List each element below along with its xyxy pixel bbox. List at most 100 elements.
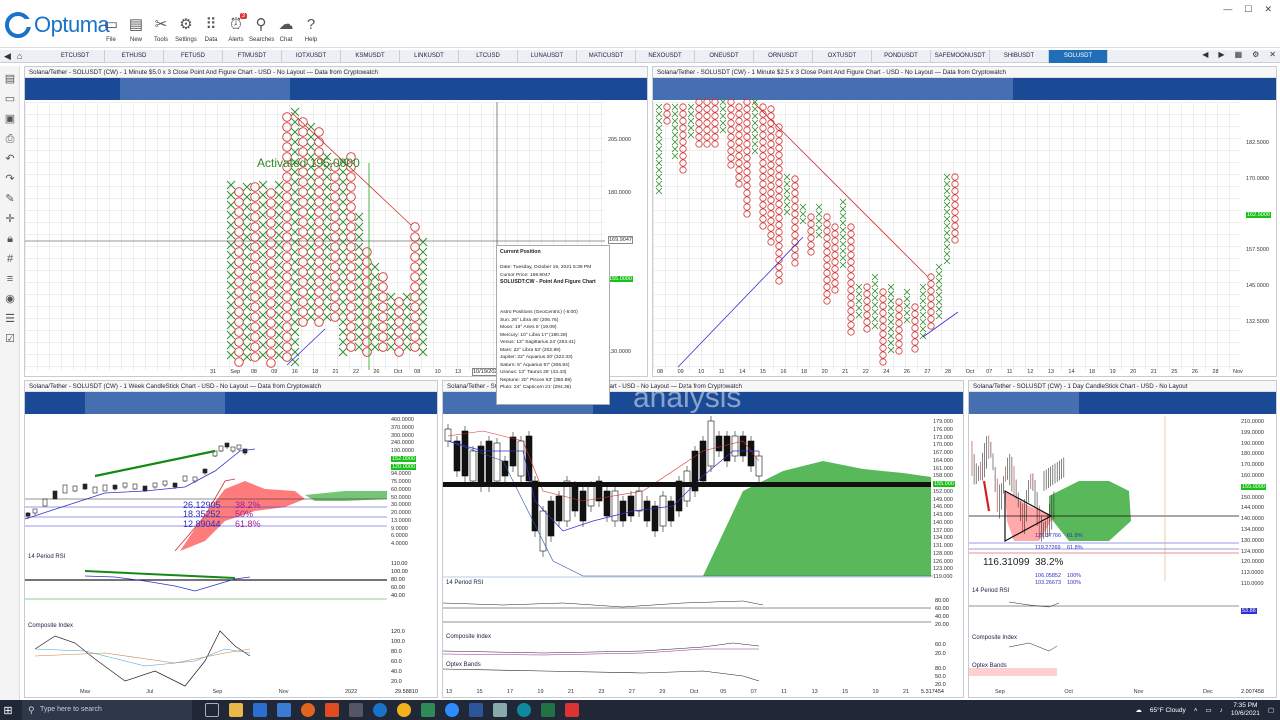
mail-icon[interactable] xyxy=(277,703,291,717)
symbol-tab[interactable]: KSMUSDT xyxy=(341,49,400,63)
weekly-plot[interactable] xyxy=(25,381,438,698)
daily-candle-chart[interactable]: Solana/Tether - SOLUSDT (CW) - 1 Day Can… xyxy=(968,380,1277,698)
clock[interactable]: 7:35 PM 10/6/2021 xyxy=(1231,702,1260,718)
symbol-tab[interactable]: ETHUSD xyxy=(105,49,164,63)
rsi-label: 14 Period RSI xyxy=(446,580,484,586)
store-icon[interactable] xyxy=(253,703,267,717)
close-tab-icon[interactable]: ✕ xyxy=(1269,50,1276,59)
symbol-tab[interactable]: NEXOUSDT xyxy=(636,49,695,63)
scroll-right-icon[interactable]: ▶ xyxy=(1218,50,1224,59)
weather-text[interactable]: 65°F Cloudy xyxy=(1150,707,1186,714)
pf-chart-2-5[interactable]: Solana/Tether - SOLUSDT (CW) - 1 Minute … xyxy=(652,66,1277,377)
crosshair-icon[interactable]: ✛ xyxy=(3,212,17,226)
toolbar-file-button[interactable]: ▭ File xyxy=(99,16,123,43)
save-icon[interactable]: ▣ xyxy=(3,112,17,126)
symbol-tab[interactable]: MATICUSDT xyxy=(577,49,636,63)
candle-body xyxy=(444,428,452,442)
pf-o-mark xyxy=(831,272,839,280)
volume-icon[interactable]: ♪ xyxy=(1220,707,1223,714)
symbol-tab[interactable]: LUNAUSDT xyxy=(518,49,577,63)
undo-icon[interactable]: ↶ xyxy=(3,152,17,166)
symbol-tab[interactable]: FTMUSDT xyxy=(223,49,282,63)
network-icon[interactable]: ▭ xyxy=(1206,706,1212,714)
toolbar-tools-button[interactable]: ✂ Tools xyxy=(149,16,173,43)
pf-o-mark xyxy=(847,251,855,259)
notepad-icon[interactable] xyxy=(493,703,507,717)
weather-icon[interactable]: ☁ xyxy=(1135,706,1142,714)
pf-o-mark xyxy=(831,244,839,252)
pf-plot[interactable] xyxy=(653,67,1277,377)
symbol-tab[interactable]: SHIBUSDT xyxy=(990,49,1049,63)
checklist-icon[interactable]: ☑ xyxy=(3,332,17,346)
firefox-icon[interactable] xyxy=(301,703,315,717)
minimize-icon[interactable]: — xyxy=(1223,4,1232,15)
red-app-icon[interactable] xyxy=(565,703,579,717)
grid-icon[interactable]: # xyxy=(3,252,17,266)
grid-layout-icon[interactable]: ▦ xyxy=(1235,50,1243,59)
windows-start-icon[interactable]: ⊞ xyxy=(0,700,16,720)
pf-o-mark xyxy=(863,283,871,291)
toolbar-searches-button[interactable]: ⚲ Searches xyxy=(249,16,274,43)
settings-small-icon[interactable]: ⚙ xyxy=(1252,50,1259,59)
toolbar-help-button[interactable]: ? Help xyxy=(299,16,323,43)
redo-icon[interactable]: ↷ xyxy=(3,172,17,186)
notification-icon[interactable]: ▢ xyxy=(1268,706,1274,714)
back-arrow-icon[interactable]: ◀ xyxy=(4,51,11,62)
symbol-tab[interactable]: FETUSD xyxy=(164,49,223,63)
symbol-tab[interactable]: IOTXUSDT xyxy=(282,49,341,63)
close-icon[interactable]: ✕ xyxy=(1264,4,1272,15)
word-icon[interactable] xyxy=(469,703,483,717)
pf-o-mark xyxy=(250,242,260,252)
toolbar-settings-button[interactable]: ⚙ Settings xyxy=(174,16,198,43)
maximize-icon[interactable]: ☐ xyxy=(1244,4,1252,15)
composite-axis-label: 20.0 xyxy=(935,651,946,657)
minute-plot[interactable] xyxy=(443,381,964,698)
symbol-tab[interactable]: PONDUSDT xyxy=(872,49,931,63)
optuma-task-icon[interactable] xyxy=(373,703,387,717)
chrome-icon[interactable] xyxy=(397,703,411,717)
pf-x-mark xyxy=(306,202,316,212)
weekly-candle-chart[interactable]: Solana/Tether - SOLUSDT (CW) - 1 Week Ca… xyxy=(24,380,438,698)
home-icon[interactable]: ⌂ xyxy=(17,51,22,62)
pen-icon[interactable]: ✎ xyxy=(3,192,17,206)
pf-o-mark xyxy=(911,317,919,325)
symbol-tab[interactable]: OXTUSDT xyxy=(813,49,872,63)
scroll-left-icon[interactable]: ◀ xyxy=(1202,50,1208,59)
layers-icon[interactable]: ≡ xyxy=(3,272,17,286)
symbol-tab[interactable]: SAFEMOONUSDT xyxy=(931,49,990,63)
tray-arrow-icon[interactable]: ˄ xyxy=(1194,707,1198,714)
symbol-tab[interactable]: ONEUSDT xyxy=(695,49,754,63)
app-icon[interactable] xyxy=(421,703,435,717)
toolbar-data-button[interactable]: ⠿ Data xyxy=(199,16,223,43)
calculator-icon[interactable] xyxy=(349,703,363,717)
pf-x-mark xyxy=(935,263,943,271)
zoom-icon[interactable] xyxy=(445,703,459,717)
minute-candle-chart[interactable]: Solana/Tether - SOLUSDT (CW) - 1 Minute … xyxy=(442,380,964,698)
symbol-tab[interactable]: LTCUSD xyxy=(459,49,518,63)
list-icon[interactable]: ☰ xyxy=(3,312,17,326)
camera-icon[interactable]: ◉ xyxy=(3,292,17,306)
candle-body xyxy=(555,495,563,522)
pf-x-mark xyxy=(935,305,943,313)
symbol-tab[interactable]: LINKUSDT xyxy=(400,49,459,63)
print-icon[interactable]: ⎙ xyxy=(3,132,17,146)
symbol-tab[interactable]: ORNUSDT xyxy=(754,49,813,63)
excel-icon[interactable] xyxy=(541,703,555,717)
symbol-tab[interactable]: ETCUSDT xyxy=(46,49,105,63)
open-icon[interactable]: ▭ xyxy=(3,92,17,106)
toolbar-new-button[interactable]: ▤ New xyxy=(124,16,148,43)
page-icon[interactable]: ▤ xyxy=(3,72,17,86)
symbol-tab[interactable]: SOLUSDT xyxy=(1049,49,1108,63)
brave-icon[interactable] xyxy=(325,703,339,717)
file-explorer-icon[interactable] xyxy=(229,703,243,717)
daily-plot[interactable] xyxy=(969,381,1277,698)
taskbar-search-input[interactable]: Type here to search xyxy=(22,700,192,720)
task-view-icon[interactable] xyxy=(205,703,219,717)
pf-o-mark xyxy=(775,193,783,201)
toolbar-chat-button[interactable]: ☁ Chat xyxy=(274,16,298,43)
lock-icon[interactable]: 🔒︎ xyxy=(3,232,17,246)
toolbar-alerts-button[interactable]: ⏰︎ Alerts 3 xyxy=(224,13,248,43)
pf-x-mark xyxy=(943,257,951,265)
edge-icon[interactable] xyxy=(517,703,531,717)
pf-o-mark xyxy=(791,175,799,183)
